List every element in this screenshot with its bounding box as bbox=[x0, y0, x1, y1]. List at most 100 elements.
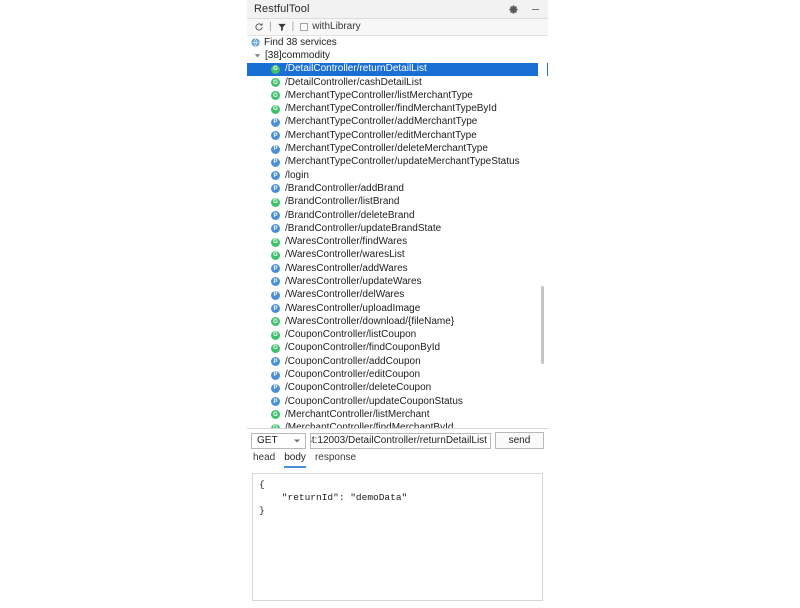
service-list-item[interactable]: G/BrandController/listBrand bbox=[247, 196, 548, 209]
services-tree-panel[interactable]: Find 38 services [38]commodity G/DetailC… bbox=[247, 36, 548, 429]
minimize-icon[interactable] bbox=[529, 3, 542, 16]
url-input-value: host:12003/DetailController/returnDetail… bbox=[310, 435, 487, 446]
service-list-item[interactable]: P/MerchantTypeController/editMerchantTyp… bbox=[247, 129, 548, 142]
tab-head[interactable]: head bbox=[253, 453, 275, 468]
service-list-item[interactable]: G/MerchantController/listMerchant bbox=[247, 408, 548, 421]
service-path-label: /BrandController/updateBrandState bbox=[285, 224, 441, 234]
body-editor[interactable]: { "returnId": "demoData" } bbox=[253, 474, 542, 521]
with-library-checkbox-box[interactable] bbox=[300, 23, 308, 31]
refresh-icon[interactable] bbox=[253, 21, 265, 33]
tab-response[interactable]: response bbox=[315, 453, 356, 468]
service-list-item[interactable]: P/BrandController/deleteBrand bbox=[247, 209, 548, 222]
service-path-label: /WaresController/updateWares bbox=[285, 277, 422, 287]
gear-icon[interactable] bbox=[507, 3, 520, 16]
service-list-item[interactable]: P/WaresController/uploadImage bbox=[247, 302, 548, 315]
service-list-item[interactable]: P/CouponController/editCoupon bbox=[247, 368, 548, 381]
service-path-label: /CouponController/listCoupon bbox=[285, 330, 416, 340]
request-tabs[interactable]: head body response bbox=[247, 450, 548, 468]
http-method-select[interactable]: GET bbox=[251, 433, 306, 449]
service-path-label: /DetailController/cashDetailList bbox=[285, 78, 422, 88]
service-list-item[interactable]: G/CouponController/findCouponById bbox=[247, 342, 548, 355]
service-list-item[interactable]: G/MerchantTypeController/findMerchantTyp… bbox=[247, 102, 548, 115]
get-method-icon: G bbox=[271, 198, 280, 207]
body-editor-container[interactable]: { "returnId": "demoData" } bbox=[252, 473, 543, 601]
titlebar-actions bbox=[507, 3, 542, 16]
post-method-icon: P bbox=[271, 118, 280, 127]
post-method-icon: P bbox=[271, 171, 280, 180]
get-method-icon: G bbox=[271, 251, 280, 260]
service-list-item[interactable]: G/WaresController/findWares bbox=[247, 235, 548, 248]
service-path-label: /MerchantTypeController/editMerchantType bbox=[285, 131, 477, 141]
tree-scrollbar-thumb[interactable] bbox=[541, 286, 544, 364]
with-library-checkbox[interactable]: withLibrary bbox=[300, 22, 360, 32]
window-titlebar: RestfulTool bbox=[247, 0, 548, 19]
post-method-icon: P bbox=[271, 397, 280, 406]
filter-icon[interactable] bbox=[276, 21, 288, 33]
request-bar: GET host:12003/DetailController/returnDe… bbox=[247, 429, 548, 450]
get-method-icon: G bbox=[271, 78, 280, 87]
service-path-label: /WaresController/waresList bbox=[285, 250, 405, 260]
service-list[interactable]: G/DetailController/returnDetailListG/Det… bbox=[247, 63, 548, 428]
restful-tool-window: RestfulTool | bbox=[247, 0, 548, 608]
tab-body[interactable]: body bbox=[284, 453, 306, 468]
service-list-item[interactable]: G/MerchantTypeController/listMerchantTyp… bbox=[247, 89, 548, 102]
post-method-icon: P bbox=[271, 304, 280, 313]
service-list-item[interactable]: G/DetailController/returnDetailList bbox=[247, 63, 548, 76]
services-toolbar: | | withLibrary bbox=[247, 19, 548, 36]
service-list-item[interactable]: G/DetailController/cashDetailList bbox=[247, 76, 548, 89]
tree-group-label: [38]commodity bbox=[265, 51, 330, 61]
services-tree[interactable]: Find 38 services [38]commodity G/DetailC… bbox=[247, 36, 548, 428]
service-list-item[interactable]: G/WaresController/download/{fileName} bbox=[247, 315, 548, 328]
service-path-label: /WaresController/addWares bbox=[285, 264, 408, 274]
service-path-label: /CouponController/findCouponById bbox=[285, 343, 440, 353]
service-list-item[interactable]: P/MerchantTypeController/addMerchantType bbox=[247, 116, 548, 129]
post-method-icon: P bbox=[271, 291, 280, 300]
service-path-label: /MerchantTypeController/addMerchantType bbox=[285, 117, 477, 127]
get-method-icon: G bbox=[271, 317, 280, 326]
service-list-item[interactable]: P/login bbox=[247, 169, 548, 182]
http-method-value: GET bbox=[257, 435, 278, 446]
service-list-item[interactable]: P/BrandController/updateBrandState bbox=[247, 222, 548, 235]
service-list-item[interactable]: G/CouponController/listCoupon bbox=[247, 329, 548, 342]
service-path-label: /CouponController/addCoupon bbox=[285, 357, 421, 367]
globe-icon bbox=[251, 38, 260, 47]
post-method-icon: P bbox=[271, 184, 280, 193]
service-path-label: /CouponController/deleteCoupon bbox=[285, 383, 431, 393]
service-list-item[interactable]: P/BrandController/addBrand bbox=[247, 182, 548, 195]
service-list-item[interactable]: P/MerchantTypeController/updateMerchantT… bbox=[247, 156, 548, 169]
service-path-label: /MerchantTypeController/deleteMerchantTy… bbox=[285, 144, 488, 154]
service-path-label: /WaresController/findWares bbox=[285, 237, 407, 247]
get-method-icon: G bbox=[271, 105, 280, 114]
service-list-item[interactable]: P/WaresController/updateWares bbox=[247, 275, 548, 288]
url-input[interactable]: host:12003/DetailController/returnDetail… bbox=[310, 433, 491, 449]
send-button[interactable]: send bbox=[495, 432, 544, 449]
service-path-label: /BrandController/deleteBrand bbox=[285, 211, 415, 221]
service-list-item[interactable]: P/MerchantTypeController/deleteMerchantT… bbox=[247, 142, 548, 155]
get-method-icon: G bbox=[271, 424, 280, 428]
tree-root-node[interactable]: Find 38 services bbox=[247, 36, 548, 49]
chevron-down-icon[interactable] bbox=[253, 51, 262, 60]
service-path-label: /BrandController/addBrand bbox=[285, 184, 404, 194]
service-path-label: /DetailController/returnDetailList bbox=[285, 64, 427, 74]
toolbar-separator-1: | bbox=[268, 22, 273, 32]
get-method-icon: G bbox=[271, 238, 280, 247]
service-list-item[interactable]: P/WaresController/delWares bbox=[247, 289, 548, 302]
service-list-item[interactable]: G/MerchantController/findMerchantById bbox=[247, 422, 548, 428]
tree-scrollbar-track[interactable] bbox=[538, 36, 547, 428]
service-path-label: /CouponController/editCoupon bbox=[285, 370, 420, 380]
chevron-down-icon[interactable] bbox=[294, 439, 300, 442]
tree-root-label: Find 38 services bbox=[264, 38, 337, 48]
service-path-label: /login bbox=[285, 171, 309, 181]
service-path-label: /MerchantController/findMerchantById bbox=[285, 423, 453, 428]
tree-group-node-commodity[interactable]: [38]commodity bbox=[247, 49, 548, 62]
service-path-label: /WaresController/uploadImage bbox=[285, 304, 420, 314]
get-method-icon: G bbox=[271, 344, 280, 353]
service-path-label: /MerchantTypeController/findMerchantType… bbox=[285, 104, 497, 114]
service-list-item[interactable]: P/CouponController/updateCouponStatus bbox=[247, 395, 548, 408]
service-list-item[interactable]: P/WaresController/addWares bbox=[247, 262, 548, 275]
with-library-label: withLibrary bbox=[312, 22, 360, 32]
service-list-item[interactable]: P/CouponController/addCoupon bbox=[247, 355, 548, 368]
post-method-icon: P bbox=[271, 357, 280, 366]
service-list-item[interactable]: P/CouponController/deleteCoupon bbox=[247, 382, 548, 395]
service-list-item[interactable]: G/WaresController/waresList bbox=[247, 249, 548, 262]
